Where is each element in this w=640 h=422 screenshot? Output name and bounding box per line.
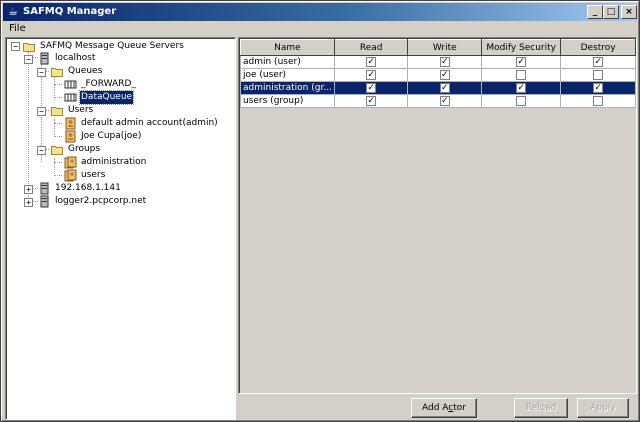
table-row[interactable]: joe (user) ✓ ✓: [240, 68, 636, 82]
actor-name-cell[interactable]: users (group): [240, 94, 335, 108]
permission-cell: ✓: [407, 68, 483, 82]
collapse-groups-icon[interactable]: −: [37, 146, 46, 155]
column-header-destroy[interactable]: Destroy: [560, 39, 636, 56]
actor-name-cell[interactable]: admin (user): [240, 55, 335, 69]
read-checkbox[interactable]: ✓: [366, 82, 377, 93]
permission-cell: ✓: [560, 55, 636, 69]
actor-name-cell[interactable]: joe (user): [240, 68, 335, 82]
permission-cell: ✓: [407, 94, 483, 108]
group-icon: [64, 156, 77, 169]
collapse-users-icon[interactable]: −: [37, 107, 46, 116]
folder-open-icon: [51, 107, 63, 116]
folder-open-icon: [51, 68, 63, 77]
title-bar[interactable]: ☕ SAFMQ Manager _ □ ×: [3, 3, 637, 21]
permission-cell: [481, 94, 562, 108]
write-checkbox[interactable]: ✓: [439, 95, 450, 106]
menu-file[interactable]: File: [9, 22, 26, 36]
permission-cell: ✓: [333, 68, 409, 82]
read-checkbox[interactable]: ✓: [366, 56, 377, 67]
modify-security-checkbox[interactable]: ✓: [516, 56, 527, 67]
server-icon: [40, 52, 49, 65]
menu-bar: File: [3, 21, 637, 37]
collapse-queues-icon[interactable]: −: [37, 68, 46, 77]
permission-cell: [560, 94, 636, 108]
close-button[interactable]: ×: [621, 5, 637, 19]
permission-cell: ✓: [407, 81, 483, 95]
table-header-row: Name Read Write Modify Security Destroy: [240, 39, 636, 56]
read-checkbox[interactable]: ✓: [366, 69, 377, 80]
server-icon: [40, 195, 49, 208]
table-row[interactable]: users (group) ✓ ✓: [240, 94, 636, 108]
modify-security-checkbox[interactable]: [516, 95, 527, 106]
modify-security-checkbox[interactable]: ✓: [516, 82, 527, 93]
queue-icon: [64, 93, 77, 102]
table-row[interactable]: administration (gr... ✓ ✓ ✓ ✓: [240, 81, 636, 95]
permission-cell: ✓: [333, 81, 409, 95]
write-checkbox[interactable]: ✓: [439, 82, 450, 93]
folder-open-icon: [51, 146, 63, 155]
write-checkbox[interactable]: ✓: [439, 69, 450, 80]
permission-cell: ✓: [481, 55, 562, 69]
permission-cell: ✓: [407, 55, 483, 69]
table-row[interactable]: admin (user) ✓ ✓ ✓ ✓: [240, 55, 636, 69]
apply-button[interactable]: Apply: [577, 398, 629, 418]
reload-button[interactable]: Reload: [514, 398, 568, 418]
permission-cell: ✓: [333, 55, 409, 69]
read-checkbox[interactable]: ✓: [366, 95, 377, 106]
app-window: ☕ SAFMQ Manager _ □ × File − SAFMQ Messa…: [0, 0, 640, 422]
modify-security-checkbox[interactable]: [516, 69, 527, 80]
app-icon: ☕: [8, 5, 18, 18]
queue-icon: [64, 80, 77, 89]
write-checkbox[interactable]: ✓: [439, 56, 450, 67]
action-button-bar: Add Actor Reload Apply: [238, 396, 637, 420]
column-header-write[interactable]: Write: [407, 39, 483, 56]
minimize-button[interactable]: _: [587, 5, 603, 19]
actor-name-cell[interactable]: administration (gr...: [240, 81, 335, 95]
permission-cell: [560, 68, 636, 82]
destroy-checkbox[interactable]: [593, 95, 604, 106]
user-icon: [65, 117, 76, 130]
column-header-read[interactable]: Read: [333, 39, 409, 56]
destroy-checkbox[interactable]: [593, 69, 604, 80]
permissions-table-panel: Name Read Write Modify Security Destroy …: [238, 37, 637, 394]
group-icon: [64, 169, 77, 182]
maximize-button[interactable]: □: [603, 5, 619, 19]
column-header-modify-security[interactable]: Modify Security: [481, 39, 562, 56]
permission-cell: ✓: [481, 81, 562, 95]
destroy-checkbox[interactable]: ✓: [593, 82, 604, 93]
destroy-checkbox[interactable]: ✓: [593, 56, 604, 67]
permission-cell: [481, 68, 562, 82]
user-icon: [65, 130, 76, 143]
add-actor-button[interactable]: Add Actor: [411, 398, 477, 418]
collapse-root-icon[interactable]: −: [11, 42, 20, 51]
permissions-table: Name Read Write Modify Security Destroy …: [240, 39, 636, 108]
permission-cell: ✓: [560, 81, 636, 95]
collapse-localhost-icon[interactable]: −: [24, 55, 33, 64]
permission-cell: ✓: [333, 94, 409, 108]
column-header-name[interactable]: Name: [240, 39, 335, 56]
expand-server3-icon[interactable]: +: [24, 198, 33, 207]
folder-open-icon: [23, 43, 35, 52]
expand-server2-icon[interactable]: +: [24, 185, 33, 194]
server-icon: [40, 182, 49, 195]
server-tree[interactable]: − SAFMQ Message Queue Servers − localhos…: [5, 37, 236, 420]
window-title: SAFMQ Manager: [23, 6, 117, 17]
